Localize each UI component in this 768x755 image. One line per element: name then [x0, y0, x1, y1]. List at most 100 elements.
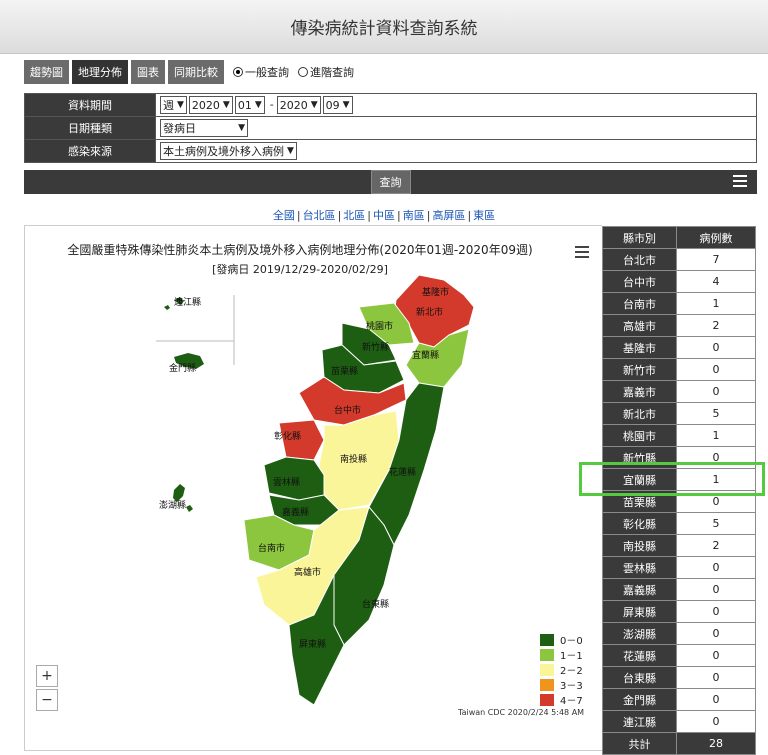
region-link-south[interactable]: 南區 [403, 209, 425, 222]
table-row: 新竹市 0 [602, 358, 756, 381]
legend-item: 2－2 [540, 662, 583, 677]
case-count-cell: 0 [676, 710, 756, 733]
case-count-cell: 0 [676, 600, 756, 623]
date-type-label: 日期種類 [24, 116, 156, 140]
legend-item: 0－0 [540, 632, 583, 647]
map-label: 屏東縣 [299, 638, 326, 650]
view-tabs: 趨勢圖 地理分佈 圖表 同期比較 一般查詢 進階查詢 [24, 60, 354, 84]
case-count-cell: 0 [676, 578, 756, 601]
map-label: 金門縣 [169, 362, 196, 374]
county-name-cell: 台北市 [602, 248, 677, 271]
region-link-kaoping[interactable]: 高屏區 [432, 209, 465, 222]
case-count-cell: 1 [676, 292, 756, 315]
table-row: 新北市 5 [602, 402, 756, 425]
case-count-cell: 0 [676, 644, 756, 667]
region-link-east[interactable]: 東區 [473, 209, 495, 222]
case-count-cell: 1 [676, 424, 756, 447]
case-count-cell: 0 [676, 622, 756, 645]
chevron-down-icon: ▼ [177, 100, 184, 110]
range-dash: - [269, 98, 274, 111]
radio-label: 進階查詢 [310, 66, 354, 79]
query-button[interactable]: 查詢 [370, 170, 411, 194]
county-name-cell: 雲林縣 [602, 556, 677, 579]
end-year-select[interactable]: 2020 ▼ [276, 96, 321, 114]
county-name-cell: 新竹市 [602, 358, 677, 381]
end-week-select[interactable]: 09 ▼ [322, 96, 353, 114]
tab-trend[interactable]: 趨勢圖 [24, 60, 69, 84]
legend-swatch [540, 693, 554, 706]
map-label: 嘉義縣 [282, 506, 309, 518]
legend-swatch [540, 678, 554, 691]
county-name-cell: 高雄市 [602, 314, 677, 337]
region-link-all[interactable]: 全國 [273, 209, 295, 222]
region-link-central[interactable]: 中區 [373, 209, 395, 222]
start-week-select[interactable]: 01 ▼ [234, 96, 265, 114]
stats-total-label: 共計 [602, 732, 677, 755]
region-link-taipei[interactable]: 台北區 [303, 209, 336, 222]
map-label: 苗栗縣 [331, 366, 358, 377]
tab-geo-distribution[interactable]: 地理分佈 [72, 60, 128, 84]
chevron-down-icon: ▼ [238, 123, 245, 133]
table-row: 嘉義縣 0 [602, 578, 756, 601]
highlight-box [579, 462, 765, 496]
chevron-down-icon: ▼ [287, 146, 294, 156]
table-row: 基隆市 0 [602, 336, 756, 359]
stats-total-count: 28 [676, 732, 756, 755]
map-label: 台中市 [334, 404, 361, 416]
map-label: 高雄市 [294, 566, 321, 578]
county-name-cell: 台南市 [602, 292, 677, 315]
case-count-cell: 0 [676, 358, 756, 381]
chevron-down-icon: ▼ [342, 100, 350, 110]
case-count-cell: 2 [676, 534, 756, 557]
radio-dot-icon [233, 67, 243, 77]
case-count-cell: 0 [676, 688, 756, 711]
table-row: 嘉義市 0 [602, 380, 756, 403]
case-count-cell: 5 [676, 402, 756, 425]
tab-chart[interactable]: 圖表 [131, 60, 165, 84]
map-label: 連江縣 [174, 296, 201, 308]
tab-period-compare[interactable]: 同期比較 [168, 60, 224, 84]
chevron-down-icon: ▼ [310, 100, 318, 110]
case-count-cell: 7 [676, 248, 756, 271]
menu-icon[interactable] [733, 175, 747, 187]
county-name-cell: 台東縣 [602, 666, 677, 689]
legend-item: 3－3 [540, 677, 583, 692]
period-unit-select[interactable]: 週 ▼ [160, 96, 187, 114]
table-row: 台北市 7 [602, 248, 756, 271]
zoom-out-button[interactable]: − [36, 689, 58, 711]
chevron-down-icon: ▼ [222, 100, 230, 110]
county-name-cell: 彰化縣 [602, 512, 677, 535]
table-row: 花蓮縣 0 [602, 644, 756, 667]
radio-advanced-query[interactable]: 進階查詢 [298, 64, 354, 80]
source-select[interactable]: 本土病例及境外移入病例 ▼ [160, 142, 297, 160]
county-name-cell: 南投縣 [602, 534, 677, 557]
case-count-cell: 0 [676, 556, 756, 579]
county-name-cell: 嘉義縣 [602, 578, 677, 601]
county-name-cell: 基隆市 [602, 336, 677, 359]
region-link-north[interactable]: 北區 [343, 209, 365, 222]
table-row: 澎湖縣 0 [602, 622, 756, 645]
start-year-select[interactable]: 2020 ▼ [188, 96, 233, 114]
radio-general-query[interactable]: 一般查詢 [233, 64, 289, 80]
query-bar: 查詢 [24, 170, 757, 194]
app-title-bar: 傳染病統計資料查詢系統 [0, 0, 768, 54]
case-count-cell: 2 [676, 314, 756, 337]
legend-item: 1－1 [540, 647, 583, 662]
table-row: 台東縣 0 [602, 666, 756, 689]
date-type-select[interactable]: 發病日 ▼ [160, 119, 248, 137]
stats-header-county: 縣市別 [602, 226, 677, 249]
radio-dot-icon [298, 67, 308, 77]
zoom-in-button[interactable]: + [36, 665, 58, 687]
case-count-cell: 0 [676, 666, 756, 689]
county-name-cell: 嘉義市 [602, 380, 677, 403]
map-label: 台東縣 [362, 598, 389, 610]
map-label: 基隆市 [422, 286, 449, 298]
map-label: 新竹縣 [362, 341, 389, 353]
map-label: 雲林縣 [273, 476, 300, 488]
table-row: 台南市 1 [602, 292, 756, 315]
table-row: 台中市 4 [602, 270, 756, 293]
county-name-cell: 桃園市 [602, 424, 677, 447]
legend-swatch [540, 648, 554, 661]
table-row: 雲林縣 0 [602, 556, 756, 579]
stats-total-row: 共計 28 [602, 732, 756, 755]
